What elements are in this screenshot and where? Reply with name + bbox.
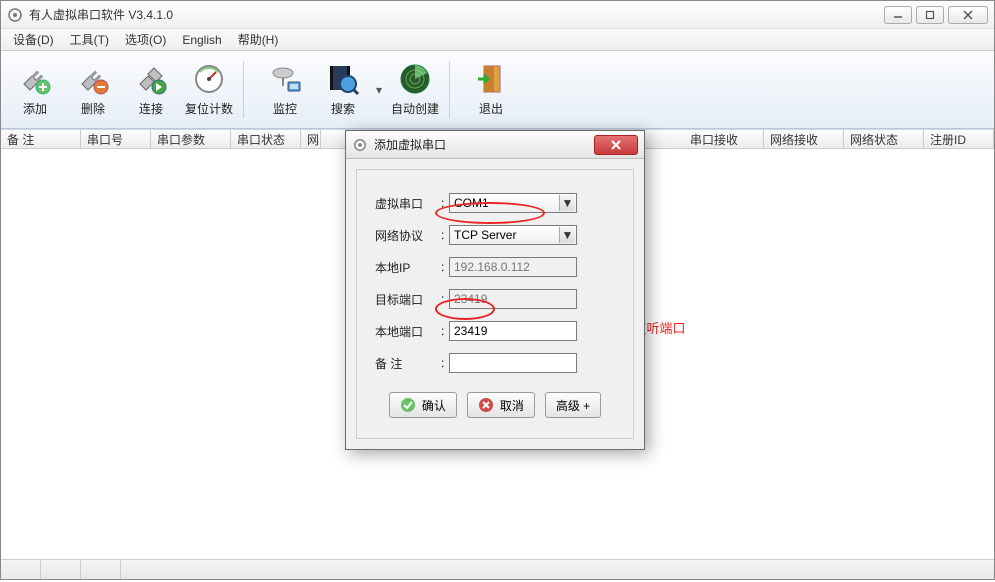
localport-input[interactable]: [449, 321, 577, 341]
plug-delete-icon: [76, 62, 110, 96]
gauge-icon: [192, 62, 226, 96]
menu-english[interactable]: English: [174, 31, 229, 49]
monitor-icon: [268, 62, 302, 96]
toolbar-separator: [243, 61, 251, 118]
menu-options[interactable]: 选项(O): [117, 29, 174, 50]
advanced-button[interactable]: 高级 +: [545, 392, 601, 418]
col-portstatus[interactable]: 串口状态: [231, 130, 301, 148]
menu-help[interactable]: 帮助(H): [230, 29, 287, 50]
plug-connect-icon: [134, 62, 168, 96]
toolbar-add[interactable]: 添加: [7, 55, 63, 124]
dialog-title: 添加虚拟串口: [374, 136, 594, 153]
col-regid[interactable]: 注册ID: [924, 130, 994, 148]
dialog-titlebar[interactable]: 添加虚拟串口: [346, 131, 644, 159]
radar-icon: [398, 62, 432, 96]
cancel-button[interactable]: 取消: [467, 392, 535, 418]
toolbar-separator: [449, 61, 457, 118]
dstport-input: [449, 289, 577, 309]
dialog-body: 虚拟串口: COM1 ▼ 网络协议: TCP Server ▼ 本地IP: 目标…: [356, 169, 634, 439]
toolbar-search-dropdown[interactable]: ▾: [373, 55, 385, 124]
vcom-select[interactable]: COM1: [449, 193, 577, 213]
menubar: 设备(D) 工具(T) 选项(O) English 帮助(H): [1, 29, 994, 51]
ok-button[interactable]: 确认: [389, 392, 457, 418]
col-serialrx[interactable]: 串口接收: [684, 130, 764, 148]
cross-icon: [478, 397, 494, 413]
app-icon: [7, 7, 23, 23]
check-icon: [400, 397, 416, 413]
minimize-button[interactable]: [884, 6, 912, 24]
maximize-button[interactable]: [916, 6, 944, 24]
toolbar-exit[interactable]: 退出: [463, 55, 519, 124]
statusbar: [1, 559, 994, 579]
menu-tools[interactable]: 工具(T): [62, 29, 117, 50]
exit-door-icon: [474, 62, 508, 96]
localip-input: [449, 257, 577, 277]
col-netstatus[interactable]: 网络状态: [844, 130, 924, 148]
col-net[interactable]: 网: [301, 130, 321, 148]
localip-label: 本地IP: [369, 259, 441, 276]
toolbar-autocreate[interactable]: 自动创建: [387, 55, 443, 124]
toolbar-delete[interactable]: 删除: [65, 55, 121, 124]
dialog-icon: [352, 137, 368, 153]
menu-device[interactable]: 设备(D): [5, 29, 62, 50]
toolbar: 添加 删除 连接 复位计数 监控 搜索 ▾ 自动创建: [1, 51, 994, 129]
dialog-close-button[interactable]: [594, 135, 638, 155]
close-button[interactable]: [948, 6, 988, 24]
remark-input[interactable]: [449, 353, 577, 373]
toolbar-reset[interactable]: 复位计数: [181, 55, 237, 124]
col-params[interactable]: 串口参数: [151, 130, 231, 148]
search-film-icon: [326, 62, 360, 96]
toolbar-connect[interactable]: 连接: [123, 55, 179, 124]
proto-label: 网络协议: [369, 227, 441, 244]
col-remark[interactable]: 备 注: [1, 130, 81, 148]
window-title: 有人虚拟串口软件 V3.4.1.0: [29, 6, 884, 23]
remark-label: 备 注: [369, 355, 441, 372]
titlebar: 有人虚拟串口软件 V3.4.1.0: [1, 1, 994, 29]
col-netrx[interactable]: 网络接收: [764, 130, 844, 148]
toolbar-monitor[interactable]: 监控: [257, 55, 313, 124]
plug-add-icon: [18, 62, 52, 96]
dstport-label: 目标端口: [369, 291, 441, 308]
vcom-label: 虚拟串口: [369, 195, 441, 212]
proto-select[interactable]: TCP Server: [449, 225, 577, 245]
add-port-dialog: 添加虚拟串口 虚拟串口: COM1 ▼ 网络协议: TCP Server ▼ 本…: [345, 130, 645, 450]
col-portno[interactable]: 串口号: [81, 130, 151, 148]
localport-label: 本地端口: [369, 323, 441, 340]
toolbar-search[interactable]: 搜索: [315, 55, 371, 124]
